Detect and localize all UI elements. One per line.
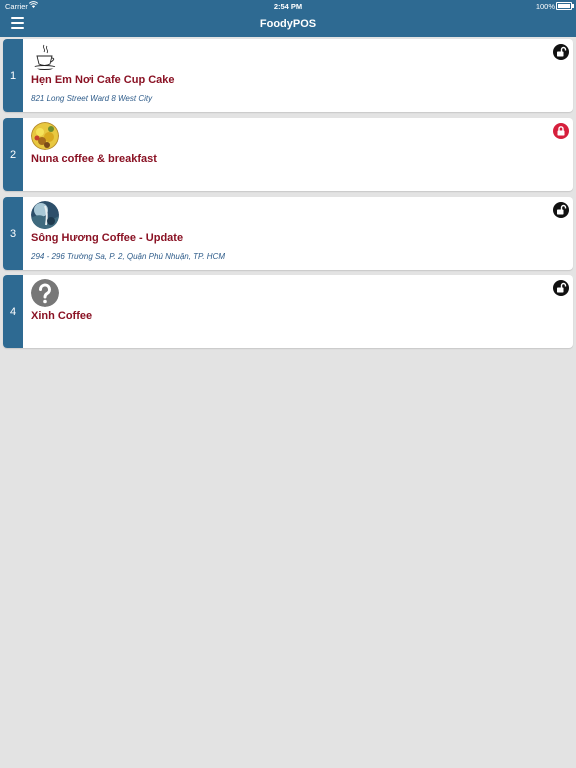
store-index: 3 xyxy=(3,197,23,270)
unlocked-padlock-icon[interactable] xyxy=(553,280,569,296)
store-avatar-flowers xyxy=(31,122,59,150)
battery-icon xyxy=(556,2,574,10)
unlocked-padlock-icon[interactable] xyxy=(553,202,569,218)
locked-padlock-icon[interactable] xyxy=(553,123,569,139)
navigation-bar: Carrier 2:54 PM 100% FoodyPOS xyxy=(0,0,576,37)
store-index: 2 xyxy=(3,118,23,191)
unlocked-padlock-icon[interactable] xyxy=(553,44,569,60)
clock-label: 2:54 PM xyxy=(273,2,303,11)
store-name: Sông Hương Coffee - Update xyxy=(31,232,184,244)
store-avatar-landscape xyxy=(31,201,59,229)
store-address: 821 Long Street Ward 8 West City xyxy=(31,94,153,103)
store-name: Xinh Coffee xyxy=(31,310,93,322)
page-title: FoodyPOS xyxy=(259,18,317,30)
status-bar: Carrier 2:54 PM 100% xyxy=(0,0,576,12)
store-card-1[interactable]: 1 Hẹn Em Nơi Cafe Cup Cake 821 Long Stre… xyxy=(3,39,573,112)
store-index: 4 xyxy=(3,275,23,348)
store-name: Nuna coffee & breakfast xyxy=(31,153,157,165)
store-card-3[interactable]: 3 Sông Hương Coffee - Update 294 - 296 T… xyxy=(3,197,573,270)
battery-percent-label: 100% xyxy=(535,2,555,11)
store-name: Hẹn Em Nơi Cafe Cup Cake xyxy=(31,74,175,86)
store-card-2[interactable]: 2 Nuna coffee & breakfast xyxy=(3,118,573,191)
store-address: 294 - 296 Trường Sa, P. 2, Quận Phú Nhuậ… xyxy=(31,252,226,261)
store-card-4[interactable]: 4 Xinh Coffee xyxy=(3,275,573,348)
coffee-cup-logo-icon xyxy=(31,43,59,71)
store-index: 1 xyxy=(3,39,23,112)
question-mark-placeholder-icon xyxy=(31,279,59,307)
